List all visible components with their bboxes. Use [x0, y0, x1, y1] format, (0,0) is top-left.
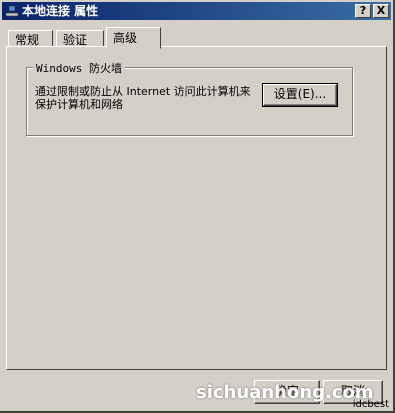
firewall-description: 通过限制或防止从 Internet 访问此计算机来保护计算机和网络 [35, 85, 251, 111]
tab-general-label: 常规 [15, 33, 40, 47]
watermark-text: sichuanhong.com [196, 382, 374, 403]
tab-advanced-label: 高级 [113, 31, 138, 45]
title-bar[interactable]: 本地连接 属性 ? X [2, 2, 391, 20]
corner-label: idcbest [352, 399, 389, 410]
window-title: 本地连接 属性 [22, 4, 99, 18]
firewall-groupbox: Windows 防火墙 通过限制或防止从 Internet 访问此计算机来保护计… [26, 60, 353, 136]
close-button[interactable]: X [373, 4, 389, 18]
firewall-group-title: Windows 防火墙 [33, 60, 125, 76]
firewall-settings-button[interactable]: 设置(E)... [262, 83, 338, 107]
tab-authentication-label: 验证 [63, 33, 88, 47]
advanced-tab-panel: Windows 防火墙 通过限制或防止从 Internet 访问此计算机来保护计… [6, 46, 387, 370]
network-connection-icon [5, 5, 19, 17]
properties-dialog: 本地连接 属性 ? X 常规 验证 高级 Windows 防火墙 通过限制或防止… [0, 0, 395, 413]
tab-advanced[interactable]: 高级 [106, 27, 161, 49]
help-button[interactable]: ? [355, 4, 371, 18]
